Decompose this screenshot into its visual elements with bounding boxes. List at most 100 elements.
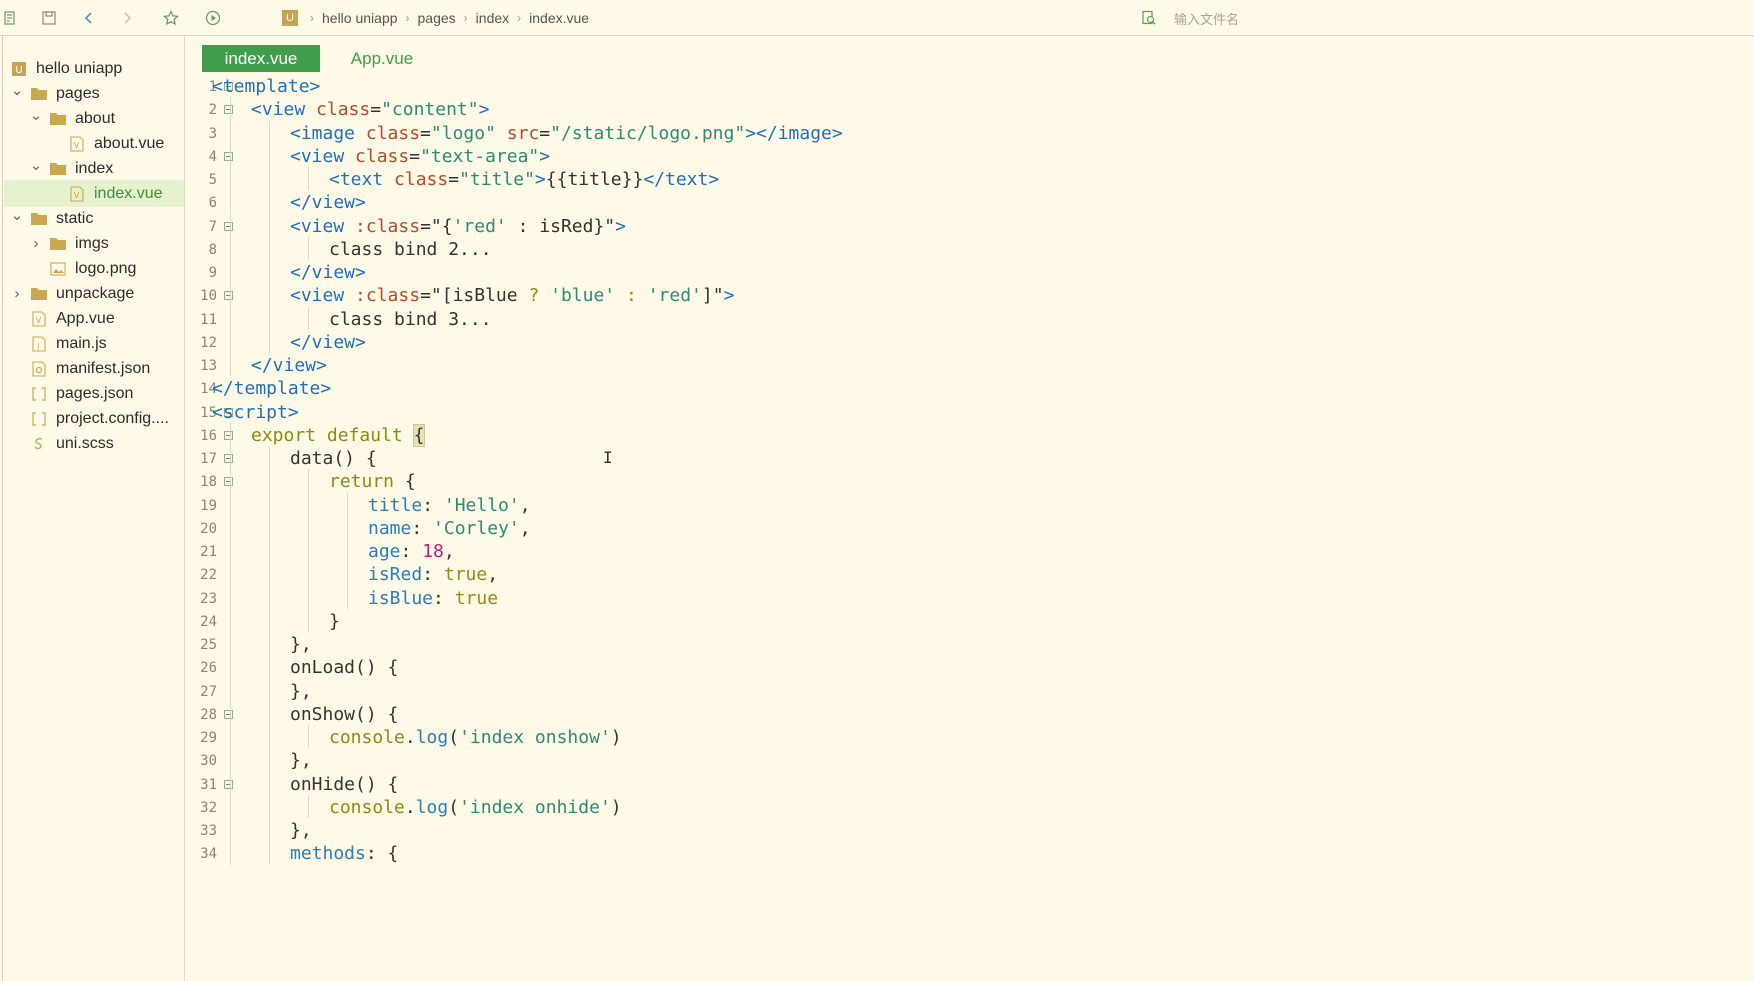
code-line[interactable]: 22 isRed: true, bbox=[186, 562, 1746, 588]
sidebar-item-pages-json[interactable]: pages.json bbox=[4, 380, 184, 407]
code-line[interactable]: 19 title: 'Hello', bbox=[186, 492, 1746, 519]
sidebar-item-manifest-json[interactable]: manifest.json bbox=[4, 355, 184, 382]
code-line[interactable]: 1 <template> bbox=[186, 74, 1746, 100]
app-menu-icon[interactable] bbox=[2, 9, 20, 27]
code-line[interactable]: 28 onShow() { bbox=[186, 701, 1746, 728]
indent-guide bbox=[230, 283, 231, 307]
code-line[interactable]: 23 isBlue: true bbox=[186, 585, 1746, 612]
sidebar-item-main-js[interactable]: Jmain.js bbox=[4, 330, 184, 357]
code-line[interactable]: 3 <image class="logo" src="/static/logo.p… bbox=[186, 120, 1746, 147]
chevron-down-icon[interactable]: ⌄ bbox=[29, 157, 43, 174]
code-line[interactable]: 20 name: 'Corley', bbox=[186, 515, 1746, 542]
chevron-right-icon[interactable]: › bbox=[29, 235, 43, 252]
code-line[interactable]: 18 return { bbox=[186, 469, 1746, 495]
code-line[interactable]: 14 </template> bbox=[186, 376, 1746, 402]
sidebar-item-hello-uniapp[interactable]: Uhello uniapp bbox=[4, 55, 184, 82]
breadcrumb-item-file[interactable]: index.vue bbox=[529, 10, 589, 26]
code-line[interactable]: 4 <view class="text-area"> bbox=[186, 143, 1746, 170]
code-line[interactable]: 24} bbox=[186, 608, 1746, 635]
code-line[interactable]: 5 <text class="title">{{title}}</text> bbox=[186, 167, 1746, 193]
chevron-down-icon[interactable]: ⌄ bbox=[10, 207, 24, 224]
fold-toggle-icon[interactable] bbox=[224, 105, 233, 115]
chevron-down-icon[interactable]: ⌄ bbox=[29, 107, 43, 124]
code-token-bool: true bbox=[443, 564, 488, 586]
indent-guide bbox=[308, 236, 309, 260]
sidebar-item-project-config[interactable]: project.config.... bbox=[4, 405, 184, 432]
code-line[interactable]: 17 data() { bbox=[186, 446, 1746, 472]
sidebar-item-about-vue[interactable]: Vabout.vue bbox=[4, 130, 184, 157]
fold-toggle-icon[interactable] bbox=[224, 430, 233, 440]
code-line[interactable]: 29 console.log('index onshow') bbox=[186, 725, 1746, 751]
file-search-input[interactable] bbox=[1172, 8, 1736, 32]
code-line[interactable]: 26 onLoad() { bbox=[186, 655, 1746, 681]
code-line[interactable]: 32 console.log('index onhide') bbox=[186, 794, 1746, 821]
code-text: <text class="title">{{title}}</text> bbox=[329, 167, 719, 193]
sidebar-item-pages[interactable]: ⌄ pages bbox=[4, 80, 184, 107]
code-line[interactable]: 31 onHide() { bbox=[186, 771, 1746, 798]
project-explorer: Uhello uniapp ⌄ pages ⌄ about Vabout.vue ⌄ inde… bbox=[0, 36, 185, 981]
code-line[interactable]: 21 age: 18, bbox=[186, 539, 1746, 565]
code-line[interactable]: 33}, bbox=[186, 818, 1746, 844]
code-line[interactable]: 27}, bbox=[186, 678, 1746, 705]
code-token-str: 'Corley' bbox=[433, 517, 520, 539]
code-line[interactable]: 7 <view :class="{'red' : isRed}"> bbox=[186, 213, 1746, 240]
sidebar-item-uni-scss[interactable]: uni.scss bbox=[4, 430, 184, 457]
fold-toggle-icon[interactable] bbox=[224, 454, 233, 463]
file-search-icon[interactable] bbox=[1140, 9, 1158, 27]
tab-index-vue[interactable]: index.vue bbox=[202, 45, 320, 72]
code-line[interactable]: 8 class bind 2... bbox=[186, 236, 1746, 263]
code-text: </view> bbox=[290, 330, 366, 356]
sidebar-item-logo-png[interactable]: logo.png bbox=[4, 255, 184, 282]
code-line[interactable]: 12 </view> bbox=[186, 329, 1746, 356]
breadcrumb-item-project[interactable]: hello uniapp bbox=[322, 10, 398, 26]
sidebar-item-unpackage[interactable]: › unpackage bbox=[4, 280, 184, 307]
code-line[interactable]: 13 </view> bbox=[186, 353, 1746, 379]
code-line[interactable]: 30}, bbox=[186, 748, 1746, 774]
code-line[interactable]: 15 <script> bbox=[186, 400, 1746, 426]
line-number: 33 bbox=[200, 823, 217, 839]
fold-toggle-icon[interactable] bbox=[224, 779, 233, 789]
code-token-kw: return bbox=[329, 471, 395, 493]
forward-icon[interactable] bbox=[118, 9, 136, 27]
sidebar-item-app-vue[interactable]: V App.vue bbox=[4, 305, 184, 332]
breadcrumb-item-pages[interactable]: pages bbox=[418, 10, 456, 26]
code-line[interactable]: 6 </view> bbox=[186, 190, 1746, 216]
fold-toggle-icon[interactable] bbox=[224, 291, 233, 301]
chevron-down-icon[interactable]: ⌄ bbox=[10, 82, 24, 99]
fold-toggle-icon[interactable] bbox=[224, 709, 233, 719]
sidebar-item-index[interactable]: ⌄ index bbox=[4, 155, 184, 182]
code-line[interactable]: 2 <view class="content"> bbox=[186, 97, 1746, 123]
sidebar-item-index-vue[interactable]: Vindex.vue bbox=[4, 180, 184, 207]
code-token-tag: <script> bbox=[212, 401, 299, 423]
star-icon[interactable] bbox=[162, 9, 180, 27]
code-line[interactable]: 25}, bbox=[186, 632, 1746, 658]
run-icon[interactable] bbox=[204, 9, 222, 27]
project-icon: U bbox=[282, 10, 298, 26]
code-token-tag: </view> bbox=[290, 262, 366, 283]
vue-file-icon: V bbox=[68, 185, 86, 202]
code-line[interactable]: 16 export default { bbox=[186, 422, 1746, 449]
breadcrumb-item-index[interactable]: index bbox=[476, 10, 509, 26]
sidebar-item-imgs[interactable]: › imgs bbox=[4, 230, 184, 257]
code-text: age: 18, bbox=[368, 539, 455, 565]
fold-toggle-icon[interactable] bbox=[224, 151, 233, 161]
code-line[interactable]: 11 class bind 3... bbox=[186, 306, 1746, 333]
code-line[interactable]: 9 </view> bbox=[186, 260, 1746, 286]
code-line[interactable]: 10 <view :class="[isBlue ? 'blue' : 'red'… bbox=[186, 283, 1746, 309]
sidebar-item-about[interactable]: ⌄ about bbox=[4, 105, 184, 132]
save-icon[interactable] bbox=[40, 9, 58, 27]
line-number: 4 bbox=[208, 148, 217, 165]
indent-guide bbox=[269, 794, 270, 818]
chevron-right-icon[interactable]: › bbox=[10, 285, 24, 302]
fold-toggle-icon[interactable] bbox=[224, 221, 233, 231]
code-editor[interactable]: 1 <template> 2 <view class="content"> 3 <imag… bbox=[186, 76, 1754, 981]
code-line[interactable]: 34 methods: { bbox=[186, 841, 1746, 867]
sidebar-item-static[interactable]: ⌄ static bbox=[4, 205, 184, 232]
fold-toggle-icon[interactable] bbox=[224, 477, 233, 487]
code-text: <view :class="[isBlue ? 'blue' : 'red']"… bbox=[290, 283, 734, 309]
code-text: class bind 3... bbox=[329, 307, 492, 333]
line-number: 13 bbox=[200, 358, 217, 374]
tab-app-vue[interactable]: App.vue bbox=[332, 45, 432, 72]
back-icon[interactable] bbox=[80, 9, 98, 27]
